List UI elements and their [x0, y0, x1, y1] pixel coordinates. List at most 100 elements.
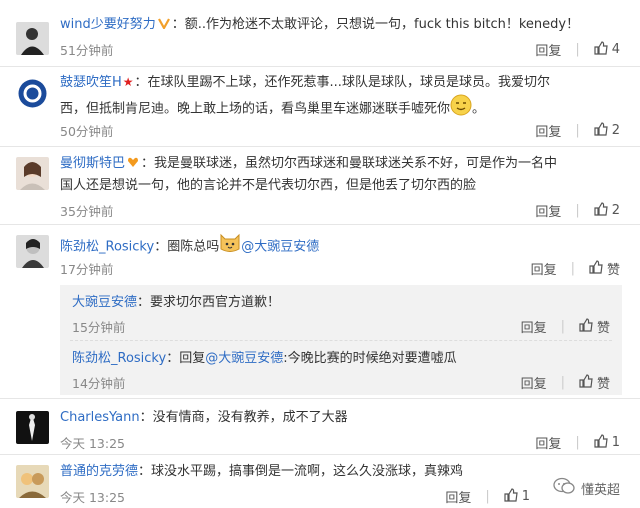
like-count: 1	[521, 489, 530, 504]
comment-body: ：在球队里踢不上球，还作死惹事...球队是球队，球员是球员。我爱切尔	[134, 75, 550, 90]
comment-text: 曼彻斯特巴 ：我是曼联球迷，虽然切尔西球迷和曼联球迷关系不好，可是作为一名中国人还…	[60, 153, 622, 197]
star-badge-icon: ★	[122, 75, 134, 89]
vip-badge-icon	[157, 15, 170, 31]
reply-button[interactable]: 回复	[535, 40, 561, 59]
comment-item: 曼彻斯特巴 ：我是曼联球迷，虽然切尔西球迷和曼联球迷关系不好，可是作为一名中国人还…	[0, 146, 640, 225]
divider: |	[570, 261, 575, 276]
cat-emoji-icon	[219, 233, 241, 261]
comment-actions: 回复 | 赞	[531, 259, 620, 278]
comment-body: 国人还是想说一句，他的言论并不是代表切尔西，但是他丢了切尔西的脸	[60, 178, 477, 193]
reply-thread: 大豌豆安德：要求切尔西官方道歉！ 15分钟前 回复 | 赞 陈劲松_Rosick…	[60, 285, 622, 395]
wechat-logo-icon	[553, 477, 575, 499]
timestamp: 今天 13:25	[60, 436, 125, 451]
like-button[interactable]: 4	[594, 40, 620, 59]
like-button[interactable]: 2	[594, 201, 620, 220]
comment-item: 鼓瑟吹笙H★：在球队里踢不上球，还作死惹事...球队是球队，球员是球员。我爱切尔…	[0, 66, 640, 147]
mention-link[interactable]: @大豌豆安德	[205, 351, 283, 366]
username-link[interactable]: 曼彻斯特巴	[60, 156, 125, 171]
reply-button[interactable]: 回复	[521, 317, 547, 336]
comment-body: ：圈陈总吗	[154, 239, 220, 255]
reply-text: 陈劲松_Rosicky：回复@大豌豆安德:今晚比赛的时候绝对要遭嘘瓜	[72, 347, 457, 366]
username-link[interactable]: 鼓瑟吹笙H	[60, 75, 122, 90]
avatar[interactable]	[16, 411, 49, 444]
comment-body: ：我是曼联球迷，虽然切尔西球迷和曼联球迷关系不好，可是作为一名中	[141, 156, 558, 171]
avatar[interactable]	[16, 157, 49, 190]
comment-body: ：没有情商，没有教养，成不了大器	[139, 410, 348, 425]
thumbs-up-icon	[589, 259, 603, 278]
reply-body: ：回复	[166, 351, 206, 366]
timestamp: 15分钟前	[72, 320, 126, 335]
reply-actions: 回复 | 赞	[521, 373, 610, 392]
like-button[interactable]: 1	[504, 487, 530, 506]
timestamp: 51分钟前	[60, 43, 114, 58]
reply-button[interactable]: 回复	[521, 373, 547, 392]
like-button[interactable]: 赞	[579, 317, 610, 336]
divider: |	[575, 203, 580, 218]
fan-badge-icon	[126, 154, 140, 167]
comment-body: 西，但抵制肯尼迪。晚上敢上场的话，看鸟巢里车迷娜迷联手嘘死你	[60, 101, 451, 117]
divider: |	[575, 123, 580, 138]
comment-item: CharlesYann：没有情商，没有教养，成不了大器 今天 13:25 回复 …	[0, 398, 640, 455]
like-button[interactable]: 2	[594, 121, 620, 140]
watermark: 懂英超	[548, 475, 624, 501]
thumbs-up-icon	[594, 433, 608, 452]
reply-button[interactable]: 回复	[535, 121, 561, 140]
like-count: 2	[611, 203, 620, 218]
timestamp: 今天 13:25	[60, 490, 125, 505]
comment-actions: 回复 | 1	[445, 487, 530, 506]
username-link[interactable]: 陈劲松_Rosicky	[72, 351, 166, 366]
comment-actions: 回复 | 2	[535, 201, 620, 220]
comment-item: 普通的克劳德：球没水平踢，搞事倒是一流啊，这么久没涨球，真辣鸡 今天 13:25…	[0, 454, 640, 508]
timestamp: 50分钟前	[60, 124, 114, 139]
reply-body: ：要求切尔西官方道歉！	[137, 295, 281, 310]
avatar[interactable]	[16, 465, 49, 498]
username-link[interactable]: 大豌豆安德	[72, 295, 137, 310]
like-button[interactable]: 赞	[589, 259, 620, 278]
like-label: 赞	[596, 377, 610, 392]
username-link[interactable]: 陈劲松_Rosicky	[60, 240, 154, 255]
reply-button[interactable]: 回复	[535, 433, 561, 452]
watermark-text: 懂英超	[580, 482, 620, 498]
comment-text: CharlesYann：没有情商，没有教养，成不了大器	[60, 407, 622, 429]
reply-button[interactable]: 回复	[531, 259, 557, 278]
thumbs-up-icon	[579, 373, 593, 392]
like-button[interactable]: 1	[594, 433, 620, 452]
avatar[interactable]	[16, 235, 49, 268]
timestamp: 14分钟前	[72, 376, 126, 391]
like-count: 4	[611, 42, 620, 57]
comment-item: wind少要好努力 ：额..作为枪迷不太敢评论，只想说一句，fuck this b…	[0, 0, 640, 66]
comment-actions: 回复 | 1	[535, 433, 620, 452]
like-count: 1	[611, 435, 620, 450]
comment-text: 陈劲松_Rosicky：圈陈总吗 @大豌豆安德	[60, 233, 622, 261]
reply-item: 陈劲松_Rosicky：回复@大豌豆安德:今晚比赛的时候绝对要遭嘘瓜 14分钟前…	[60, 341, 622, 395]
comment-text: 普通的克劳德：球没水平踢，搞事倒是一流啊，这么久没涨球，真辣鸡	[60, 461, 622, 483]
comment-text: 鼓瑟吹笙H★：在球队里踢不上球，还作死惹事...球队是球队，球员是球员。我爱切尔…	[60, 71, 622, 124]
thumbs-up-icon	[594, 121, 608, 140]
avatar[interactable]	[16, 22, 49, 55]
like-label: 赞	[606, 263, 620, 278]
divider: |	[485, 489, 490, 504]
comment-body: ：额..作为枪迷不太敢评论，只想说一句，fuck this bitch！kene…	[171, 17, 580, 32]
avatar[interactable]	[16, 77, 49, 110]
timestamp: 17分钟前	[60, 262, 114, 277]
like-label: 赞	[596, 321, 610, 336]
username-link[interactable]: CharlesYann	[60, 410, 140, 425]
mention-link[interactable]: @大豌豆安德	[241, 240, 319, 255]
reply-button[interactable]: 回复	[535, 201, 561, 220]
comment-actions: 回复 | 4	[535, 40, 620, 59]
divider: |	[560, 319, 565, 334]
username-link[interactable]: wind少要好努力	[60, 17, 156, 32]
comment-actions: 回复 | 2	[535, 121, 620, 140]
reply-button[interactable]: 回复	[445, 487, 471, 506]
comment-text: wind少要好努力 ：额..作为枪迷不太敢评论，只想说一句，fuck this b…	[60, 14, 622, 36]
like-button[interactable]: 赞	[579, 373, 610, 392]
username-link[interactable]: 普通的克劳德	[60, 464, 138, 479]
thumbs-up-icon	[594, 201, 608, 220]
thumbs-up-icon	[594, 40, 608, 59]
reply-text: 大豌豆安德：要求切尔西官方道歉！	[72, 291, 280, 310]
reply-actions: 回复 | 赞	[521, 317, 610, 336]
reply-body: :今晚比赛的时候绝对要遭嘘瓜	[283, 351, 457, 366]
thumbs-up-icon	[579, 317, 593, 336]
timestamp: 35分钟前	[60, 204, 114, 219]
divider: |	[575, 42, 580, 57]
